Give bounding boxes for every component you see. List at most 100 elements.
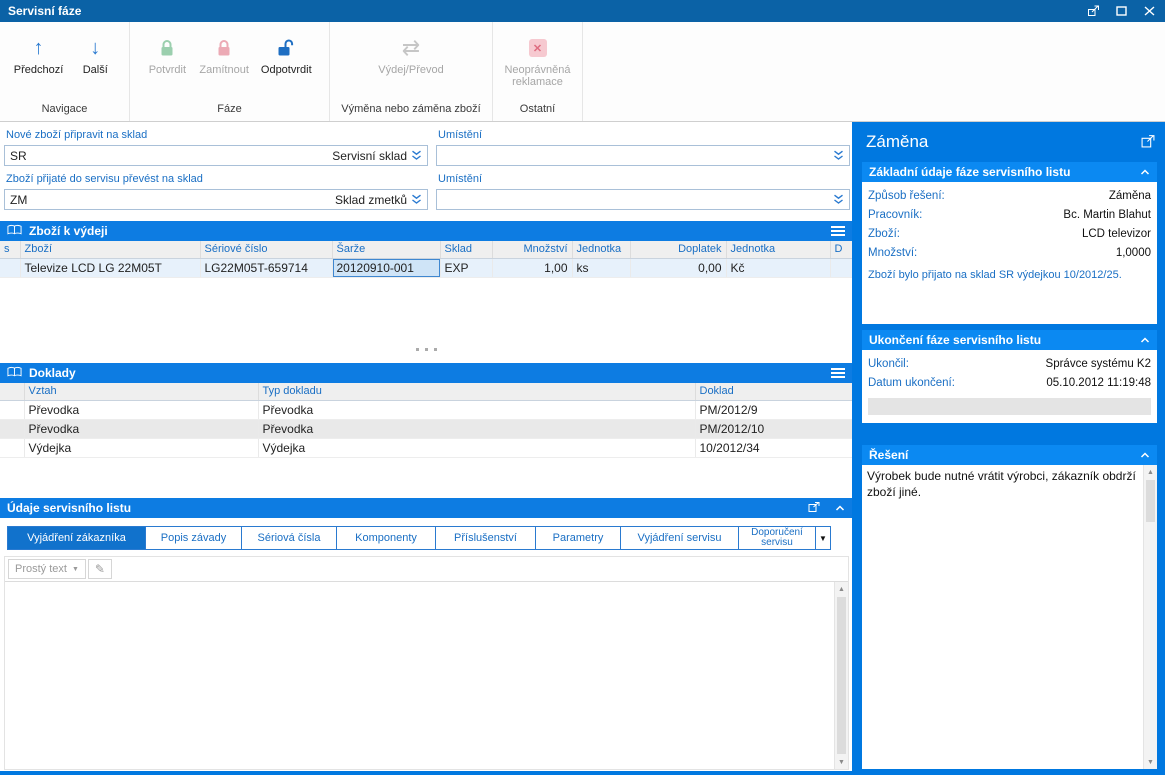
tab-doporuceni-servisu[interactable]: Doporučení servisu: [738, 526, 816, 550]
text-editor: Prostý text ▼ ✎ ▲ ▼: [4, 556, 849, 770]
location1-field[interactable]: [436, 145, 850, 166]
column-header[interactable]: Šarže: [332, 241, 440, 258]
column-header[interactable]: Jednotka: [726, 241, 830, 258]
editor-scrollbar[interactable]: ▲ ▼: [834, 582, 848, 769]
ribbon-group-navigace: ↑ Předchozí ↓ Další Navigace: [0, 22, 130, 121]
document-row[interactable]: Převodka Převodka PM/2012/9: [0, 400, 852, 419]
collapse-icon[interactable]: [1140, 448, 1150, 462]
basic-info-title: Základní údaje fáze servisního listu: [869, 165, 1070, 179]
cell-mnozstvi: 1,00: [492, 258, 572, 277]
maximize-icon[interactable]: [1113, 4, 1129, 18]
main-content: Nové zboží připravit na sklad SR Servisn…: [0, 122, 852, 775]
location2-field[interactable]: [436, 189, 850, 210]
column-header[interactable]: Sklad: [440, 241, 492, 258]
documents-header-row: Vztah Typ dokladu Doklad: [0, 383, 852, 400]
titlebar: Servisní fáze: [0, 0, 1165, 22]
solution-scrollbar[interactable]: ▲ ▼: [1143, 465, 1157, 769]
tab-komponenty[interactable]: Komponenty: [336, 526, 436, 550]
book-icon: [7, 366, 22, 381]
editor-mode-dropdown[interactable]: Prostý text ▼: [8, 559, 86, 579]
menu-icon[interactable]: [831, 368, 845, 378]
field-label: Zboží:: [868, 228, 900, 240]
goods-row[interactable]: Televize LCD LG 22M05T LG22M05T-659714 2…: [0, 258, 852, 277]
solution-panel: Řešení Výrobek bude nutné vrátit výrobci…: [862, 445, 1157, 769]
scroll-down-icon[interactable]: ▼: [835, 755, 848, 769]
new-goods-warehouse-field[interactable]: SR Servisní sklad: [4, 145, 428, 166]
confirm-button: Potvrdit: [141, 24, 193, 103]
book-icon: [7, 224, 22, 239]
ribbon-group-vymena: ⇄ Výdej/Převod Výměna nebo záměna zboží: [330, 22, 493, 121]
cell-sarze-selected[interactable]: 20120910-001: [332, 258, 440, 277]
documents-table: Vztah Typ dokladu Doklad Převodka Převod…: [0, 383, 852, 458]
column-header[interactable]: s: [0, 241, 20, 258]
tab-overflow-button[interactable]: ▼: [815, 526, 831, 550]
window-title: Servisní fáze: [8, 4, 81, 18]
receipt-note-link[interactable]: Zboží bylo přijato na sklad SR výdejkou …: [868, 269, 1151, 281]
edit-pencil-button[interactable]: ✎: [88, 559, 112, 579]
splitter-handle[interactable]: [0, 346, 852, 353]
column-header[interactable]: Typ dokladu: [258, 383, 695, 400]
new-goods-label: Nové zboží připravit na sklad: [6, 129, 147, 141]
tab-popis-zavady[interactable]: Popis závady: [145, 526, 242, 550]
warehouse-code: SR: [10, 149, 27, 163]
location2-label: Umístění: [438, 173, 482, 185]
documents-section-header: Doklady: [0, 363, 852, 383]
cell-sklad: EXP: [440, 258, 492, 277]
tab-parametry[interactable]: Parametry: [535, 526, 621, 550]
empty-field: [868, 398, 1151, 415]
lock-closed-red-icon: [213, 32, 235, 64]
previous-button[interactable]: ↑ Předchozí: [8, 24, 70, 103]
unconfirm-button[interactable]: Odpotvrdit: [255, 24, 318, 103]
tab-vyjadreni-zakaznika[interactable]: Vyjádření zákazníka: [7, 526, 146, 550]
group-label-vymena: Výměna nebo záměna zboží: [330, 103, 492, 121]
column-header[interactable]: Doklad: [695, 383, 852, 400]
menu-icon[interactable]: [831, 226, 845, 236]
collapse-icon[interactable]: [835, 501, 845, 515]
customer-statement-textarea[interactable]: [5, 582, 848, 590]
column-header[interactable]: Doplatek: [630, 241, 726, 258]
column-header[interactable]: Vztah: [24, 383, 258, 400]
group-label-ostatni: Ostatní: [493, 103, 582, 121]
field-value: Správce systému K2: [1046, 358, 1151, 370]
tab-seriova-cisla[interactable]: Sériová čísla: [241, 526, 337, 550]
cell-zbozi: Televize LCD LG 22M05T: [20, 258, 200, 277]
column-header[interactable]: Množství: [492, 241, 572, 258]
unjustified-claim-button: ✕ Neoprávněná reklamace: [495, 24, 580, 103]
popout-icon[interactable]: [1141, 134, 1155, 151]
field-label: Způsob řešení:: [868, 190, 945, 202]
phase-title: Záměna: [866, 132, 928, 152]
ribbon-group-ostatni: ✕ Neoprávněná reklamace Ostatní: [493, 22, 583, 121]
finish-title: Ukončení fáze servisního listu: [869, 333, 1041, 347]
lookup-icon[interactable]: [411, 150, 422, 161]
received-goods-warehouse-field[interactable]: ZM Sklad zmetků: [4, 189, 428, 210]
window-bottom-border: [0, 771, 1165, 775]
float-window-icon[interactable]: [1085, 4, 1101, 18]
lookup-icon[interactable]: [833, 194, 844, 205]
field-label: Datum ukončení:: [868, 377, 955, 389]
scroll-up-icon[interactable]: ▲: [1144, 465, 1157, 479]
collapse-icon[interactable]: [1140, 333, 1150, 347]
close-icon[interactable]: [1141, 4, 1157, 18]
scroll-up-icon[interactable]: ▲: [835, 582, 848, 596]
column-header[interactable]: Sériové číslo: [200, 241, 332, 258]
collapse-icon[interactable]: [1140, 165, 1150, 179]
column-header[interactable]: D: [830, 241, 852, 258]
lookup-icon[interactable]: [833, 150, 844, 161]
document-row[interactable]: Výdejka Výdejka 10/2012/34: [0, 438, 852, 457]
field-value: Záměna: [1109, 190, 1151, 202]
solution-textarea[interactable]: Výrobek bude nutné vrátit výrobci, zákaz…: [862, 465, 1157, 504]
column-header[interactable]: Zboží: [20, 241, 200, 258]
editor-toolbar: Prostý text ▼ ✎: [5, 557, 848, 582]
field-label: Pracovník:: [868, 209, 922, 221]
tab-vyjadreni-servisu[interactable]: Vyjádření servisu: [620, 526, 739, 550]
transfer-arrows-icon: ⇄: [402, 35, 420, 61]
field-label: Množství:: [868, 247, 917, 259]
next-button[interactable]: ↓ Další: [69, 24, 121, 103]
popout-icon[interactable]: [808, 501, 820, 516]
scroll-down-icon[interactable]: ▼: [1144, 755, 1157, 769]
tab-prislusenstvi[interactable]: Příslušenství: [435, 526, 536, 550]
lookup-icon[interactable]: [411, 194, 422, 205]
column-header[interactable]: Jednotka: [572, 241, 630, 258]
document-row[interactable]: Převodka Převodka PM/2012/10: [0, 419, 852, 438]
goods-header-row: s Zboží Sériové číslo Šarže Sklad Množst…: [0, 241, 852, 258]
